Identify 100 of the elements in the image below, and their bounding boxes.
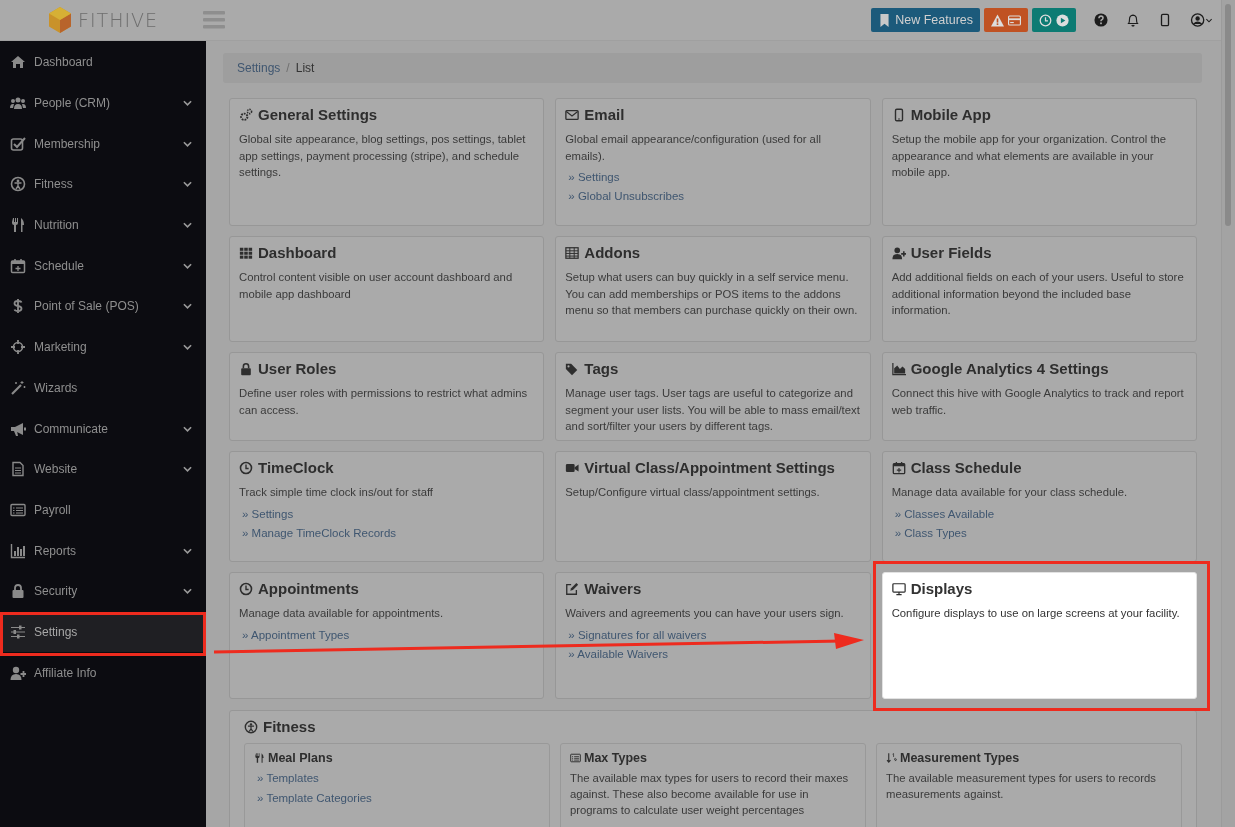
billing-alert-button[interactable] — [984, 8, 1028, 32]
card-title[interactable]: Meal Plans — [268, 751, 333, 765]
card-link[interactable]: » Settings — [242, 507, 294, 520]
card-description: Setup the mobile app for your organization. Control the appearance and what elements are available in your mobile app. — [891, 132, 1168, 180]
card-title[interactable]: General Settings — [258, 106, 378, 123]
timeclock-button[interactable] — [1032, 8, 1076, 32]
scrollbar-thumb[interactable] — [1225, 4, 1231, 226]
user-plus-icon — [10, 664, 26, 681]
card-description: Manage data available for appointments. — [239, 606, 444, 621]
card-description: The available measurement types for users to records measurements against. — [886, 771, 1157, 802]
sidebar-item[interactable]: Schedule — [0, 245, 206, 287]
card-title[interactable]: TimeClock — [258, 459, 334, 476]
list-icon — [570, 752, 581, 764]
card-description: Define user roles with permissions to restrict what admins can access. — [239, 386, 529, 418]
notification-bell-icon[interactable] — [1126, 13, 1140, 27]
card-link[interactable]: » Templates — [257, 772, 319, 784]
card-title[interactable]: Appointments — [258, 580, 359, 597]
sort-icon — [886, 752, 897, 764]
card-title[interactable]: Class Schedule — [910, 459, 1022, 476]
play-icon — [1056, 13, 1069, 27]
clock-icon — [239, 581, 253, 596]
card-title[interactable]: Addons — [584, 244, 641, 261]
sliders-icon — [10, 623, 26, 640]
card-description: Setup/Configure virtual class/appointment settings. — [565, 485, 820, 500]
card-link[interactable]: » Class Types — [894, 526, 967, 539]
clock-icon — [239, 460, 253, 475]
card-description: Track simple time clock ins/out for staff — [239, 485, 433, 500]
calendar-icon — [10, 257, 26, 274]
area-chart-icon — [891, 361, 906, 376]
user-menu-icon[interactable] — [1190, 13, 1214, 27]
card-title[interactable]: Max Types — [584, 751, 647, 765]
lock-icon — [10, 583, 26, 600]
card-link[interactable]: » Appointment Types — [242, 628, 350, 641]
sidebar-item[interactable]: Point of Sale (POS) — [0, 286, 206, 327]
person-circle-icon — [244, 719, 258, 734]
card-link[interactable]: » Global Unsubscribes — [568, 190, 685, 202]
sidebar-item[interactable]: Nutrition — [0, 204, 206, 246]
card-title[interactable]: Dashboard — [258, 244, 337, 261]
card-description: Manage data available for your class schedule. — [891, 485, 1128, 500]
wand-icon — [10, 379, 26, 396]
bookmark-icon — [878, 13, 892, 27]
card-title[interactable]: Displays — [910, 580, 973, 597]
pencil-icon — [565, 581, 580, 596]
user-plus-icon — [891, 245, 906, 260]
card-link[interactable]: » Settings — [568, 171, 620, 183]
sidebar-item[interactable]: Website — [0, 448, 206, 490]
card-title[interactable]: User Fields — [910, 244, 992, 261]
card-description: Add additional fields on each of your users. Useful to store additional information beyond the included base information. — [891, 270, 1185, 318]
lock-icon — [239, 361, 253, 376]
help-icon[interactable] — [1094, 13, 1108, 27]
grid-icon — [239, 245, 253, 260]
card-link[interactable]: » Available Waivers — [568, 647, 669, 660]
clock-icon — [1039, 13, 1052, 27]
scrollbar[interactable] — [1221, 0, 1235, 827]
bar-chart-icon — [10, 542, 26, 559]
hexagon-logo-icon — [48, 7, 72, 33]
card-title[interactable]: Tags — [584, 360, 619, 377]
new-features-button[interactable]: New Features — [871, 8, 980, 32]
sidebar-item[interactable]: People (CRM) — [0, 82, 206, 124]
card-link[interactable]: » Signatures for all waivers — [568, 628, 707, 641]
document-icon — [10, 461, 26, 478]
sidebar-item[interactable]: Affiliate Info — [0, 652, 206, 693]
sidebar-item[interactable]: Payroll — [0, 489, 206, 531]
warning-icon — [991, 13, 1004, 27]
card-description: Manage user tags. User tags are useful to categorize and segment your user lists. You will be able to mass email/text and sort/filter your users by different tags. — [565, 386, 861, 434]
card-title[interactable]: Mobile App — [910, 106, 991, 123]
crosshair-icon — [10, 339, 26, 356]
card-description: Setup what users can buy quickly in a self service menu. You can add memberships or POS items to the addons menu so that members can purchase quickly on their own. — [565, 270, 859, 318]
card-title[interactable]: Google Analytics 4 Settings — [910, 360, 1109, 377]
house-icon — [10, 54, 26, 71]
breadcrumb-separator: / — [286, 61, 290, 75]
sidebar-item[interactable]: Reports — [0, 530, 206, 571]
card-link[interactable]: » Template Categories — [257, 792, 372, 804]
card-description: The available max types for users to record their maxes against. These also become available for use in programs to calculate user weight percentages — [570, 771, 850, 818]
breadcrumb-link[interactable]: Settings — [237, 61, 281, 75]
phone-icon[interactable] — [1158, 13, 1172, 27]
card-description: Global site appearance, blog settings, pos settings, tablet app settings, payment processing (stripe), and schedule settings. — [239, 132, 527, 180]
table-icon — [565, 245, 580, 260]
sidebar-item[interactable]: Fitness — [0, 164, 206, 205]
sidebar-item[interactable]: Wizards — [0, 367, 206, 409]
sidebar-item[interactable]: Dashboard — [0, 42, 206, 83]
list-icon — [10, 501, 26, 518]
calendar-icon — [891, 460, 906, 475]
card-title[interactable]: Measurement Types — [900, 751, 1020, 765]
sidebar-item[interactable]: Security — [0, 570, 206, 612]
brand-name: FITHIVE — [78, 9, 159, 31]
card-title[interactable]: Email — [584, 106, 625, 123]
sidebar-item[interactable]: Communicate — [0, 408, 206, 449]
card-description: Control content visible on user account dashboard and mobile app dashboard — [239, 270, 514, 302]
sidebar-item[interactable]: Membership — [0, 123, 206, 165]
megaphone-icon — [10, 420, 26, 437]
card-description: Connect this hive with Google Analytics to track and report web traffic. — [891, 386, 1185, 418]
tag-icon — [565, 361, 580, 376]
card-title[interactable]: Virtual Class/Appointment Settings — [584, 459, 835, 476]
card-link[interactable]: » Manage TimeClock Records — [242, 526, 397, 539]
sidebar-item[interactable]: Marketing — [0, 326, 206, 368]
card-title[interactable]: Waivers — [584, 580, 642, 597]
section-title: Fitness — [263, 718, 316, 735]
card-link[interactable]: » Classes Available — [894, 507, 995, 520]
card-title[interactable]: User Roles — [258, 360, 337, 377]
